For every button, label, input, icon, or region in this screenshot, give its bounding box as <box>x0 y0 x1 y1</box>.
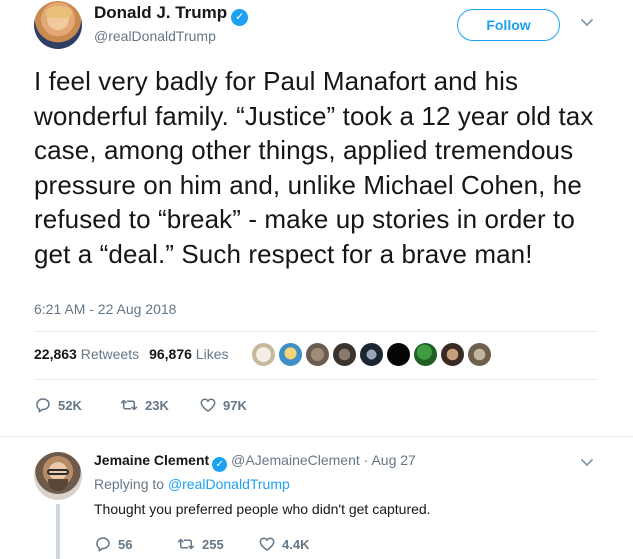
reply-icon <box>96 537 110 552</box>
retweet-icon <box>120 399 138 411</box>
retweet-action[interactable]: 255 <box>176 535 224 553</box>
author-name[interactable]: Donald J. Trump <box>94 3 227 22</box>
verified-badge-icon: ✓ <box>231 9 249 26</box>
reply-like-count: 4.4K <box>282 537 310 552</box>
likes-count: 96,876 <box>149 346 192 362</box>
reply-retweet-count: 255 <box>202 537 224 552</box>
heart-icon <box>200 398 216 412</box>
reply-header: Jemaine Clement ✓ @AJemaineClement · Aug 2… <box>94 452 416 472</box>
divider <box>0 436 633 437</box>
liker-avatar[interactable] <box>467 342 492 367</box>
reply-date[interactable]: · Aug 27 <box>364 452 416 468</box>
avatar-glasses <box>47 469 69 475</box>
thread-line <box>56 504 60 559</box>
author-name-row[interactable]: Donald J. Trump ✓ <box>94 3 249 26</box>
like-action[interactable]: 97K <box>199 396 247 414</box>
replying-to-link[interactable]: @realDonaldTrump <box>168 476 290 492</box>
tweet-stats: 22,863 Retweets 96,876 Likes <box>34 346 228 362</box>
reply-action[interactable]: 56 <box>94 535 132 553</box>
divider <box>34 379 598 380</box>
reply-count: 52K <box>58 398 82 413</box>
avatar-hair <box>46 6 72 18</box>
liker-avatar[interactable] <box>305 342 330 367</box>
likes-label: Likes <box>195 346 229 362</box>
follow-button[interactable]: Follow <box>457 9 560 41</box>
chevron-down-icon[interactable] <box>579 454 595 470</box>
retweet-count: 23K <box>145 398 169 413</box>
divider <box>34 331 598 332</box>
heart-icon <box>259 537 275 551</box>
chevron-down-icon[interactable] <box>579 14 595 30</box>
liker-avatar[interactable] <box>278 342 303 367</box>
like-count: 97K <box>223 398 247 413</box>
avatar-beard <box>48 479 68 491</box>
retweets-stat[interactable]: 22,863 Retweets <box>34 346 139 362</box>
tweet-timestamp[interactable]: 6:21 AM - 22 Aug 2018 <box>34 301 176 317</box>
likes-stat[interactable]: 96,876 Likes <box>149 346 228 362</box>
tweet-text: I feel very badly for Paul Manafort and … <box>34 66 594 269</box>
replying-to: Replying to @realDonaldTrump <box>94 476 290 492</box>
author-handle[interactable]: @realDonaldTrump <box>94 28 216 44</box>
reply-author-handle[interactable]: @AJemaineClement <box>231 452 360 468</box>
replying-prefix: Replying to <box>94 476 165 492</box>
reply-icon <box>36 398 50 413</box>
reply-action[interactable]: 52K <box>34 396 82 414</box>
retweet-action[interactable]: 23K <box>119 396 169 414</box>
reply-author-name[interactable]: Jemaine Clement <box>94 452 209 468</box>
reply-author-avatar[interactable] <box>34 452 82 500</box>
like-action[interactable]: 4.4K <box>258 535 309 553</box>
retweet-icon <box>177 538 195 550</box>
author-avatar[interactable] <box>34 1 82 49</box>
liker-avatar[interactable] <box>359 342 384 367</box>
liker-avatar[interactable] <box>251 342 276 367</box>
reply-text: Thought you preferred people who didn't … <box>94 501 431 517</box>
reply-reply-count: 56 <box>118 537 133 552</box>
liker-avatar[interactable] <box>440 342 465 367</box>
liker-avatar[interactable] <box>413 342 438 367</box>
liker-avatar[interactable] <box>386 342 411 367</box>
verified-badge-icon: ✓ <box>212 457 228 472</box>
retweets-count: 22,863 <box>34 346 77 362</box>
liker-avatar[interactable] <box>332 342 357 367</box>
retweets-label: Retweets <box>80 346 140 362</box>
